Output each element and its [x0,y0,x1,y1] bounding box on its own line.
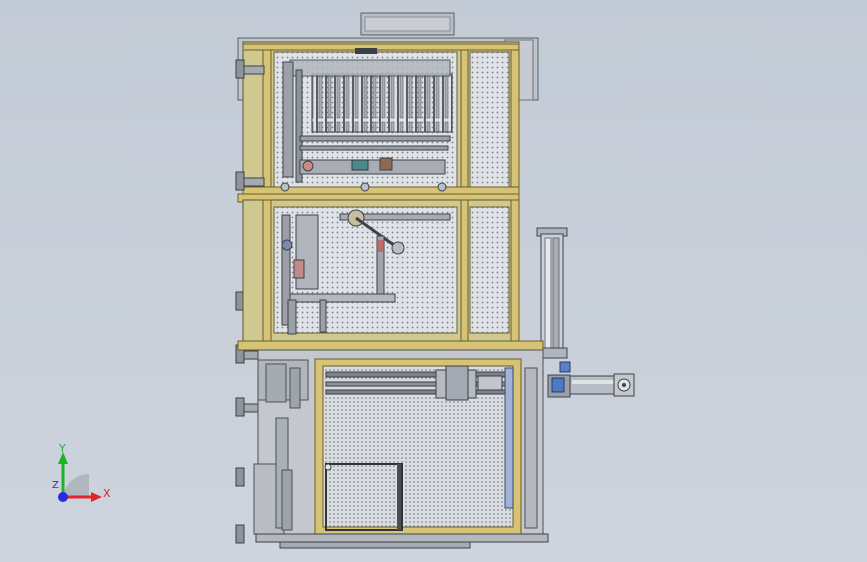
axis-label-x: X [103,487,111,500]
middle-cabinet[interactable] [237,193,520,346]
horizontal-actuator[interactable] [547,373,635,398]
axis-label-z: Z [52,480,59,491]
assembly-drawing [58,12,635,549]
axis-triad [58,452,102,502]
axis-label-y: Y [59,442,66,455]
z-axis-dot [58,492,68,502]
cad-viewport[interactable]: Y X Z [0,0,867,562]
lower-cabinet[interactable] [237,340,549,549]
upper-cabinet[interactable] [242,41,520,196]
top-duct [360,12,455,36]
